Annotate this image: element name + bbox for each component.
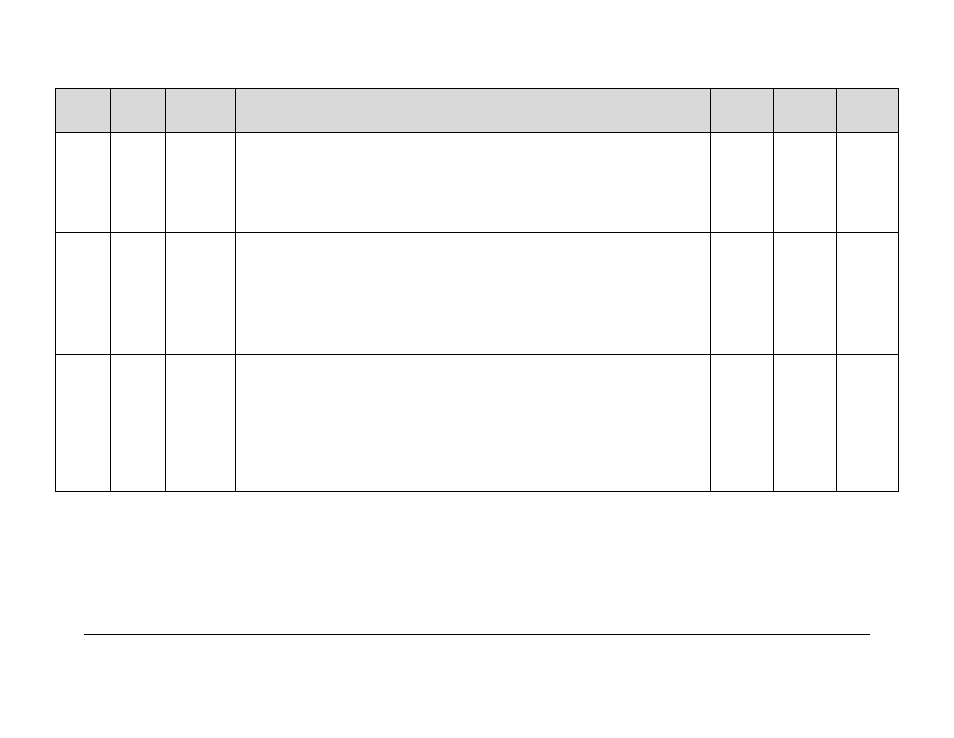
cell — [837, 355, 899, 492]
header-cell-4 — [236, 89, 711, 133]
cell — [236, 355, 711, 492]
cell — [837, 133, 899, 233]
data-table — [55, 88, 899, 492]
cell — [711, 133, 774, 233]
cell — [236, 133, 711, 233]
cell — [774, 355, 837, 492]
table-row — [56, 355, 899, 492]
cell — [166, 233, 236, 355]
footer-rule — [84, 634, 870, 635]
header-cell-5 — [711, 89, 774, 133]
cell — [837, 233, 899, 355]
table-header — [56, 89, 899, 133]
cell — [166, 355, 236, 492]
cell — [111, 133, 166, 233]
cell — [166, 133, 236, 233]
cell — [111, 233, 166, 355]
header-row — [56, 89, 899, 133]
cell — [56, 355, 111, 492]
cell — [711, 233, 774, 355]
table-container — [55, 88, 898, 492]
header-cell-7 — [837, 89, 899, 133]
cell — [774, 233, 837, 355]
page — [0, 0, 954, 738]
table-row — [56, 133, 899, 233]
cell — [774, 133, 837, 233]
cell — [56, 233, 111, 355]
cell — [111, 355, 166, 492]
header-cell-6 — [774, 89, 837, 133]
header-cell-1 — [56, 89, 111, 133]
cell — [711, 355, 774, 492]
cell — [236, 233, 711, 355]
table-row — [56, 233, 899, 355]
cell — [56, 133, 111, 233]
table-body — [56, 133, 899, 492]
header-cell-3 — [166, 89, 236, 133]
header-cell-2 — [111, 89, 166, 133]
